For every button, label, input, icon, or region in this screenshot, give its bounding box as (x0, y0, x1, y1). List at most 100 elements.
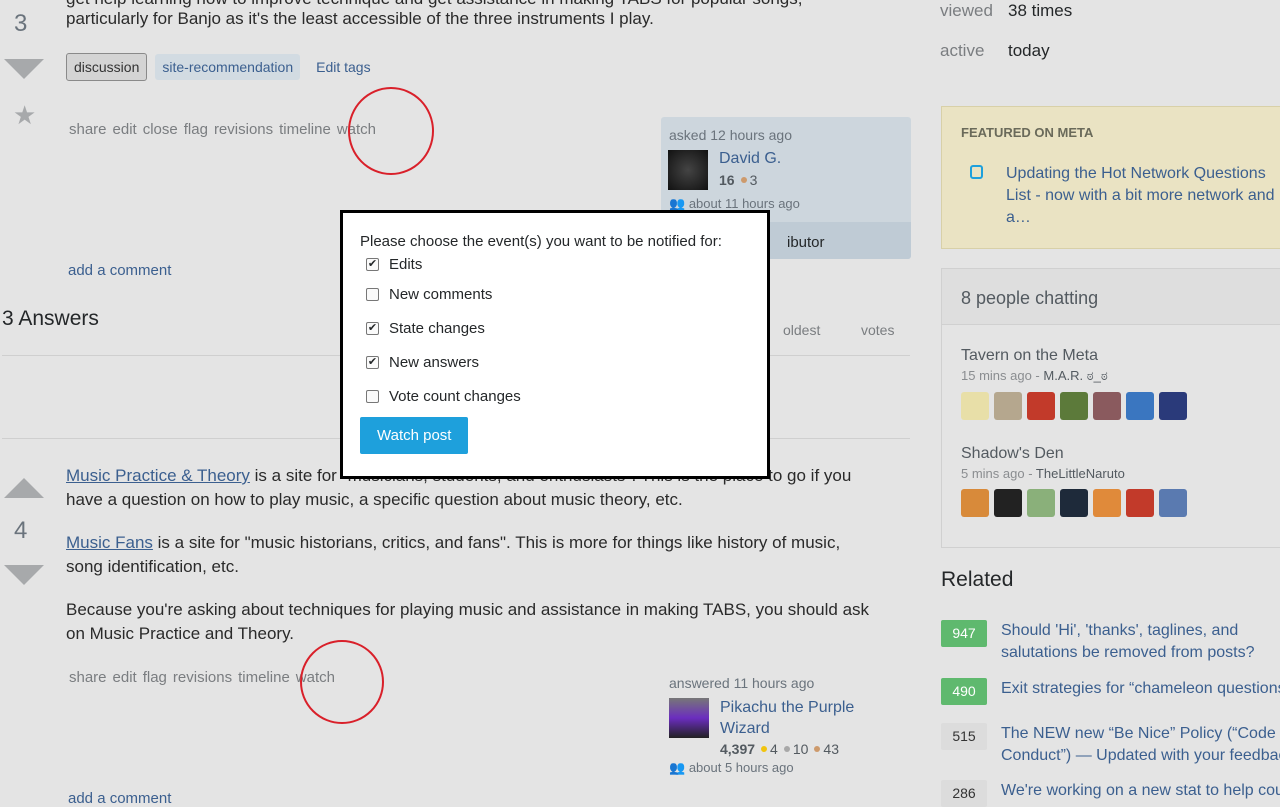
featured-on-meta-card: FEATURED ON META Updating the Hot Networ… (941, 106, 1280, 249)
checkbox[interactable]: ✔ (366, 355, 379, 369)
room-name-link[interactable]: Shadow's Den (961, 445, 1192, 463)
answer-paragraph-2: Music Fans is a site for "music historia… (66, 533, 841, 576)
watch-post-button[interactable]: Watch post (360, 417, 469, 454)
avatar[interactable] (994, 489, 1022, 517)
related-item: 490 Exit strategies for “chameleon questi… (941, 678, 1280, 723)
annotation-circle (348, 87, 434, 175)
related-link[interactable]: Exit strategies for “chameleon questions… (1001, 678, 1280, 723)
avatar[interactable] (1126, 392, 1154, 420)
option-new-comments[interactable]: New comments (366, 277, 750, 311)
option-vote-count-changes[interactable]: Vote count changes (366, 379, 750, 413)
meta-post-icon (970, 165, 983, 179)
tag-site-recommendation[interactable]: site-recommendation (155, 54, 301, 80)
flag-link[interactable]: flag (184, 121, 208, 138)
chat-title: 8 people chatting (942, 269, 1280, 325)
option-edits[interactable]: ✔ Edits (366, 252, 750, 277)
room-avatars (961, 392, 1192, 425)
related-item: 515 The NEW new “Be Nice” Policy (“Code o… (941, 723, 1280, 780)
checkbox[interactable] (366, 287, 379, 301)
avatar[interactable] (1060, 392, 1088, 420)
avatar[interactable] (1060, 489, 1088, 517)
user-icon: 👥 (669, 196, 686, 211)
share-link[interactable]: share (69, 121, 107, 138)
related-link[interactable]: We're working on a new stat to help coun… (1001, 780, 1280, 807)
avatar[interactable] (961, 392, 989, 420)
timeline-link[interactable]: timeline (238, 669, 290, 686)
option-new-answers[interactable]: ✔ New answers (366, 345, 750, 379)
checkbox[interactable]: ✔ (366, 258, 379, 271)
sort-oldest-tab[interactable]: oldest (783, 322, 820, 338)
chat-panel: 8 people chatting Tavern on the Meta 15 … (941, 268, 1280, 548)
reputation: 16 (719, 172, 735, 188)
tag-discussion[interactable]: discussion (66, 53, 148, 81)
viewed-count: 38 times (1008, 1, 1073, 20)
active-value: today (1008, 41, 1050, 60)
add-comment-link[interactable]: add a comment (68, 262, 171, 279)
checkbox[interactable] (366, 389, 379, 403)
avatar[interactable] (1093, 392, 1121, 420)
answered-time: answered 11 hours ago (669, 675, 815, 691)
room-name-link[interactable]: Tavern on the Meta (961, 347, 1192, 365)
asked-time: asked 12 hours ago (669, 127, 792, 143)
downvote-button[interactable] (4, 59, 44, 79)
sort-votes-tab[interactable]: votes (861, 322, 894, 338)
related-list: 947 Should 'Hi', 'thanks', taglines, and … (941, 620, 1280, 807)
question-body-line2: particularly for Banjo as it's the least… (66, 9, 654, 28)
avatar[interactable] (961, 489, 989, 517)
edit-link[interactable]: edit (113, 121, 137, 138)
add-comment-link[interactable]: add a comment (68, 790, 171, 807)
avatar[interactable] (669, 698, 709, 738)
room-last-user[interactable]: TheLittleNaruto (1036, 466, 1125, 481)
answerer-card: answered 11 hours ago Pikachu the Purple… (669, 675, 909, 775)
music-practice-link[interactable]: Music Practice & Theory (66, 466, 250, 485)
avatar[interactable] (1027, 392, 1055, 420)
featured-link[interactable]: Updating the Hot Network Questions List … (1006, 163, 1280, 229)
score-badge: 490 (941, 678, 987, 705)
flag-link[interactable]: flag (143, 669, 167, 686)
score-badge: 947 (941, 620, 987, 647)
upvote-button[interactable] (4, 478, 44, 498)
avatar[interactable] (668, 150, 708, 190)
avatar[interactable] (1093, 489, 1121, 517)
revisions-link[interactable]: revisions (173, 669, 232, 686)
close-link[interactable]: close (143, 121, 178, 138)
related-heading: Related (941, 568, 1014, 591)
annotation-circle (300, 640, 384, 724)
answer-vote-count: 4 (14, 517, 28, 544)
edit-tags-link[interactable]: Edit tags (316, 59, 370, 75)
score-badge: 286 (941, 780, 987, 807)
avatar[interactable] (1027, 489, 1055, 517)
downvote-button[interactable] (4, 565, 44, 585)
reputation: 4,397 (720, 741, 756, 757)
avatar[interactable] (994, 392, 1022, 420)
active-label: active (940, 41, 985, 60)
bronze-badges: 3 (749, 172, 758, 188)
last-seen: 👥 about 5 hours ago (669, 760, 794, 775)
avatar[interactable] (1159, 489, 1187, 517)
checkbox[interactable]: ✔ (366, 321, 379, 335)
edit-link[interactable]: edit (113, 669, 137, 686)
chat-room: Tavern on the Meta 15 mins ago - M.A.R. … (961, 347, 1192, 425)
user-icon: 👥 (669, 760, 686, 775)
viewed-label: viewed (940, 1, 993, 20)
music-fans-link[interactable]: Music Fans (66, 533, 153, 552)
related-link[interactable]: The NEW new “Be Nice” Policy (“Code of C… (1001, 723, 1280, 780)
user-name-link[interactable]: David G. (719, 150, 781, 168)
avatar[interactable] (1159, 392, 1187, 420)
user-name-link[interactable]: Pikachu the Purple Wizard (720, 697, 880, 739)
watch-post-dialog: Please choose the event(s) you want to b… (340, 210, 770, 479)
option-state-changes[interactable]: ✔ State changes (366, 311, 750, 345)
featured-title: FEATURED ON META (961, 125, 1094, 140)
related-link[interactable]: Should 'Hi', 'thanks', taglines, and sal… (1001, 620, 1280, 678)
room-last-user[interactable]: M.A.R. ಠ_ಠ (1043, 368, 1107, 383)
question-post-menu: share edit close flag revisions timeline watch (69, 121, 382, 139)
favorite-star-icon[interactable]: ★ (13, 100, 36, 131)
question-vote-count: 3 (14, 10, 28, 37)
avatar[interactable] (1126, 489, 1154, 517)
score-badge: 515 (941, 723, 987, 750)
share-link[interactable]: share (69, 669, 107, 686)
room-avatars (961, 489, 1192, 522)
dialog-prompt: Please choose the event(s) you want to b… (360, 233, 722, 250)
revisions-link[interactable]: revisions (214, 121, 273, 138)
timeline-link[interactable]: timeline (279, 121, 331, 138)
